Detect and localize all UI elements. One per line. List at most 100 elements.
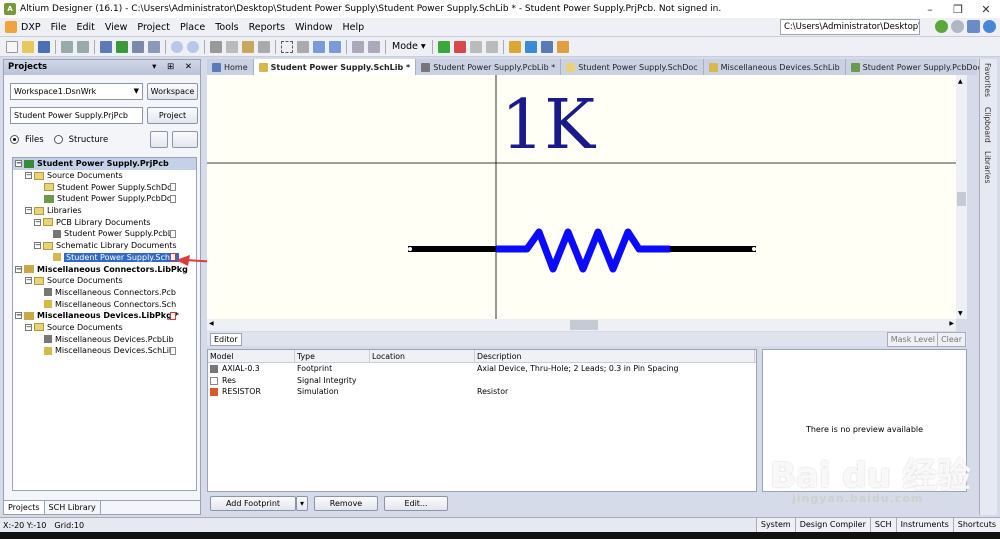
workspace-button[interactable]: Workspace <box>147 83 198 100</box>
scroll-up-icon[interactable]: ▲ <box>958 78 963 85</box>
move-icon[interactable] <box>297 40 309 53</box>
ic-component-icon[interactable] <box>508 40 521 53</box>
tree-item[interactable]: − PCB Library Documents <box>13 216 196 228</box>
select-icon[interactable] <box>313 40 325 53</box>
tree-item[interactable]: − Miscellaneous Connectors.LibPkg <box>13 263 196 275</box>
collapse-icon[interactable]: − <box>25 277 32 285</box>
chip-icon[interactable] <box>148 40 160 53</box>
tab-projects[interactable]: Projects <box>4 501 45 514</box>
clipboard-tab[interactable]: Clipboard <box>983 107 992 143</box>
back-icon[interactable] <box>935 20 948 33</box>
table-row[interactable]: Res Signal Integrity <box>208 375 756 387</box>
tree-item[interactable]: − Libraries <box>13 205 196 217</box>
tree-item-selected[interactable]: Student Power Supply.SchLi <box>13 252 196 264</box>
tab-home[interactable]: Home <box>207 59 254 75</box>
collapse-icon[interactable]: − <box>25 172 32 180</box>
tree-item[interactable]: Miscellaneous Devices.PcbLib <box>13 333 196 345</box>
menu-help[interactable]: Help <box>338 22 370 33</box>
menu-edit[interactable]: Edit <box>71 22 99 33</box>
tree-item[interactable]: Student Power Supply.PcbDoc <box>13 193 196 205</box>
grid-icon[interactable] <box>540 40 553 53</box>
sch-button[interactable]: SCH <box>869 518 896 533</box>
add-model-dropdown[interactable]: ▾ <box>296 496 308 511</box>
add-footprint-button[interactable]: Add Footprint <box>210 496 296 511</box>
save-icon[interactable] <box>38 40 50 53</box>
tree-item[interactable]: − Schematic Library Documents <box>13 240 196 252</box>
tab-sch-library[interactable]: SCH Library <box>45 501 101 514</box>
menu-tools[interactable]: Tools <box>210 22 243 33</box>
files-radio[interactable] <box>10 135 19 144</box>
collapse-icon[interactable]: − <box>15 265 22 273</box>
menu-file[interactable]: File <box>46 22 72 33</box>
mask-level-button[interactable]: Mask Level <box>886 332 939 347</box>
menu-window[interactable]: Window <box>290 22 337 33</box>
tab-pcblib[interactable]: Student Power Supply.PcbLib * <box>416 59 562 75</box>
scroll-down-icon[interactable]: ▼ <box>958 310 963 317</box>
remove-icon[interactable] <box>453 40 466 53</box>
deselect-icon[interactable] <box>329 40 341 53</box>
open-project-icon[interactable] <box>100 40 112 53</box>
tree-item[interactable]: Student Power Supply.PcbLi <box>13 228 196 240</box>
tree-item[interactable]: − Source Documents <box>13 275 196 287</box>
zoom-out-icon[interactable] <box>187 40 199 53</box>
column-location[interactable]: Location <box>370 350 475 362</box>
clear-button[interactable]: Clear <box>937 332 966 347</box>
collapse-icon[interactable]: − <box>15 160 22 168</box>
system-button[interactable]: System <box>755 518 795 533</box>
open-folder-icon[interactable] <box>22 40 34 53</box>
print-icon[interactable] <box>61 40 73 53</box>
column-description[interactable]: Description <box>475 350 755 362</box>
tree-item[interactable]: − Student Power Supply.PrjPcb <box>13 158 196 170</box>
next-icon[interactable] <box>485 40 498 53</box>
add-icon[interactable] <box>437 40 450 53</box>
undo-icon[interactable] <box>352 40 364 53</box>
instruments-button[interactable]: Instruments <box>895 518 953 533</box>
collapse-icon[interactable]: − <box>25 207 32 215</box>
print-preview-icon[interactable] <box>77 40 89 53</box>
editor-tab[interactable]: Editor <box>210 333 242 346</box>
menu-dxp[interactable]: DXP <box>0 21 46 33</box>
scroll-left-icon[interactable]: ◀ <box>209 320 214 327</box>
maximize-button[interactable]: ❐ <box>944 0 972 18</box>
tab-schdoc[interactable]: Student Power Supply.SchDoc <box>561 59 704 75</box>
paste-icon[interactable] <box>242 40 254 53</box>
draw-line-icon[interactable] <box>524 40 537 53</box>
column-model[interactable]: Model <box>208 350 295 362</box>
collapse-icon[interactable]: − <box>34 242 41 250</box>
table-row[interactable]: RESISTOR Simulation Resistor <box>208 386 756 398</box>
horizontal-scroll-thumb[interactable] <box>570 320 598 330</box>
workspace-select[interactable]: Workspace1.DsnWrk ▼ <box>10 83 143 100</box>
mode-button[interactable]: Mode ▾ <box>389 41 429 52</box>
edit-button[interactable]: Edit... <box>384 496 448 511</box>
vertical-scrollbar[interactable]: ▲ ▼ <box>956 75 967 319</box>
column-type[interactable]: Type <box>295 350 370 362</box>
redo-icon[interactable] <box>368 40 380 53</box>
menu-reports[interactable]: Reports <box>244 22 290 33</box>
tree-item[interactable]: Student Power Supply.SchDoc <box>13 181 196 193</box>
tree-item[interactable]: − Source Documents <box>13 322 196 334</box>
vertical-scroll-thumb[interactable] <box>957 192 966 206</box>
previous-icon[interactable] <box>469 40 482 53</box>
project-field[interactable]: Student Power Supply.PrjPcb <box>10 107 143 124</box>
device-icon[interactable] <box>132 40 144 53</box>
tree-item[interactable]: Miscellaneous Devices.SchLib <box>13 345 196 357</box>
close-button[interactable]: ✕ <box>972 0 1000 18</box>
forward-icon[interactable] <box>951 20 964 33</box>
tree-item[interactable]: − Miscellaneous Devices.LibPkg * <box>13 310 196 322</box>
path-input[interactable]: C:\Users\Administrator\Desktop\ <box>780 19 920 35</box>
menu-project[interactable]: Project <box>132 22 175 33</box>
collapse-icon[interactable]: − <box>15 312 22 320</box>
libraries-tab[interactable]: Libraries <box>983 151 992 183</box>
design-compiler-button[interactable]: Design Compiler <box>794 518 870 533</box>
board-icon[interactable] <box>116 40 128 53</box>
schematic-canvas[interactable]: 1K <box>207 75 956 319</box>
project-button[interactable]: Project <box>147 107 198 124</box>
tab-misc-devices-schlib[interactable]: Miscellaneous Devices.SchLib <box>704 59 846 75</box>
rubber-stamp-icon[interactable] <box>258 40 270 53</box>
favorites-tab[interactable]: Favorites <box>983 63 992 97</box>
project-menu-icon[interactable] <box>172 131 198 148</box>
minimize-button[interactable]: – <box>916 0 944 18</box>
scroll-right-icon[interactable]: ▶ <box>949 320 954 327</box>
tree-item[interactable]: − Source Documents <box>13 170 196 182</box>
remove-button[interactable]: Remove <box>314 496 378 511</box>
